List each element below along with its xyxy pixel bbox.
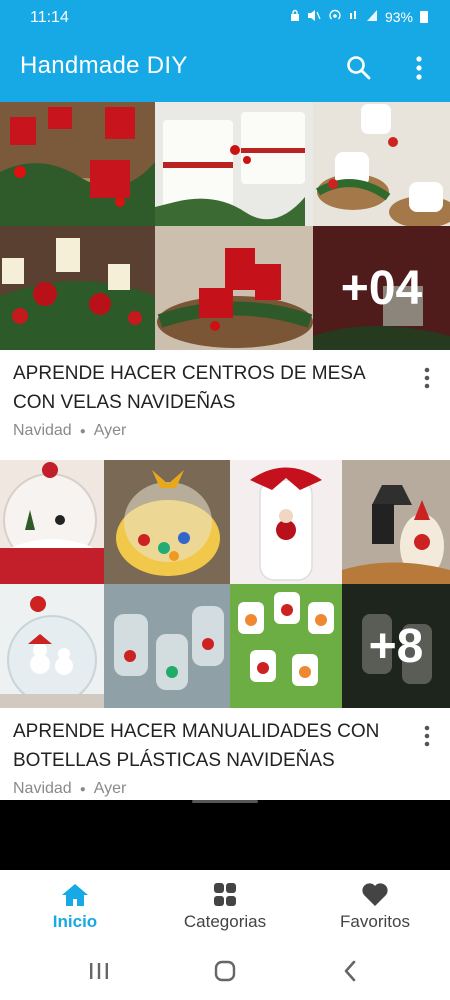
separator-dot: ● xyxy=(79,783,86,795)
grid-icon xyxy=(211,882,239,908)
post-options-icon[interactable] xyxy=(418,365,436,393)
post-image xyxy=(0,102,155,226)
post-image xyxy=(0,584,104,708)
bottom-navigation: Inicio Categorias Favoritos xyxy=(0,870,450,942)
home-circle-icon[interactable] xyxy=(210,956,240,986)
lock-icon xyxy=(290,9,300,25)
signal-icon xyxy=(349,9,359,25)
heart-icon xyxy=(361,882,389,908)
more-vert-icon[interactable] xyxy=(408,53,430,83)
hotspot-icon xyxy=(328,9,342,25)
app-title: Handmade DIY xyxy=(20,52,188,79)
post-category[interactable]: Navidad xyxy=(13,780,72,798)
status-time: 11:14 xyxy=(30,9,69,26)
post-options-icon[interactable] xyxy=(418,723,436,751)
wifi-signal-icon xyxy=(366,9,378,25)
nav-item-categorias[interactable]: Categorias xyxy=(150,870,300,942)
separator-dot: ● xyxy=(79,425,86,437)
nav-item-favoritos[interactable]: Favoritos xyxy=(300,870,450,942)
app-bar: Handmade DIY xyxy=(0,36,450,102)
post-image: +04 xyxy=(313,226,450,350)
scroll-indicator xyxy=(192,800,258,803)
nav-item-inicio[interactable]: Inicio xyxy=(0,870,150,942)
mute-icon xyxy=(307,9,321,25)
post-image xyxy=(0,226,155,350)
status-icons: 93% xyxy=(290,9,428,25)
post-card[interactable]: +04 APRENDE HACER CENTROS DE MESA CON VE… xyxy=(0,102,450,439)
search-icon[interactable] xyxy=(344,53,374,83)
post-image xyxy=(104,460,230,584)
post-card[interactable]: +8 APRENDE HACER MANUALIDADES CON BOTELL… xyxy=(0,460,450,797)
back-icon[interactable] xyxy=(336,956,366,986)
post-image-mosaic[interactable]: +8 xyxy=(0,460,450,708)
system-navigation-bar xyxy=(0,942,450,1000)
post-date: Ayer xyxy=(93,422,127,439)
post-image xyxy=(155,226,313,350)
post-image xyxy=(342,460,450,584)
nav-label: Favoritos xyxy=(340,912,410,931)
post-title[interactable]: APRENDE HACER CENTROS DE MESA CON VELAS … xyxy=(13,359,393,417)
battery-level: 93% xyxy=(384,9,413,25)
nav-label: Categorias xyxy=(183,912,267,931)
post-image-mosaic[interactable]: +04 xyxy=(0,102,450,350)
post-image xyxy=(230,584,342,708)
empty-black-area xyxy=(0,800,450,870)
home-icon xyxy=(61,882,89,908)
battery-icon xyxy=(420,11,428,23)
post-image xyxy=(313,102,450,226)
post-meta: Navidad ● Ayer xyxy=(13,422,126,440)
post-image xyxy=(230,460,342,584)
nav-label: Inicio xyxy=(52,912,98,931)
post-meta: Navidad ● Ayer xyxy=(13,780,126,798)
more-images-count: +04 xyxy=(313,226,450,350)
post-date: Ayer xyxy=(93,780,127,797)
post-image: +8 xyxy=(342,584,450,708)
more-images-count: +8 xyxy=(342,584,450,708)
post-image xyxy=(104,584,230,708)
post-title[interactable]: APRENDE HACER MANUALIDADES CON BOTELLAS … xyxy=(13,717,393,775)
status-bar: 11:14 93% xyxy=(0,0,450,36)
post-category[interactable]: Navidad xyxy=(13,422,72,440)
recents-icon[interactable] xyxy=(84,956,114,986)
post-image xyxy=(0,460,104,584)
post-image xyxy=(155,102,313,226)
post-feed[interactable]: +04 APRENDE HACER CENTROS DE MESA CON VE… xyxy=(0,102,450,800)
